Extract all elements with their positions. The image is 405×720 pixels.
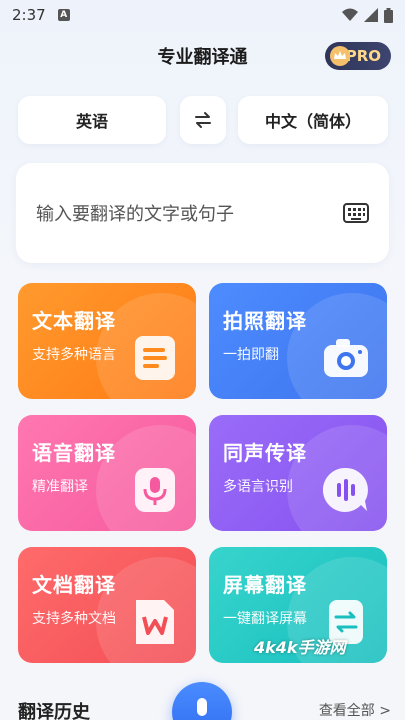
signal-icon — [364, 8, 378, 22]
microphone-icon — [197, 698, 207, 716]
translate-input[interactable]: 输入要翻译的文字或句子 — [16, 163, 389, 263]
speech-bubble-icon — [322, 467, 368, 512]
card-title: 语音翻译 — [32, 441, 116, 465]
swap-icon — [195, 112, 211, 128]
card-title: 文本翻译 — [32, 309, 116, 333]
language-selector: 英语 中文（简体） — [18, 96, 388, 144]
photo-translate-card[interactable]: 拍照翻译 一拍即翻 — [209, 283, 387, 399]
voice-input-button[interactable] — [172, 682, 232, 720]
input-placeholder: 输入要翻译的文字或句子 — [36, 204, 234, 225]
source-language-button[interactable]: 英语 — [18, 96, 166, 144]
text-translate-card[interactable]: 文本翻译 支持多种语言 — [18, 283, 196, 399]
microphone-icon — [135, 468, 175, 512]
camera-icon — [324, 339, 368, 377]
document-text-icon — [135, 336, 175, 380]
card-title: 同声传译 — [223, 441, 307, 465]
notification-icon: A — [57, 9, 70, 21]
status-time: 2:37 — [12, 6, 46, 24]
card-title: 拍照翻译 — [223, 309, 307, 333]
word-document-icon — [136, 600, 174, 644]
battery-icon — [384, 7, 393, 23]
card-title: 文档翻译 — [32, 573, 116, 597]
document-translate-card[interactable]: 文档翻译 支持多种文档 — [18, 547, 196, 663]
pro-badge-button[interactable]: PRO — [325, 42, 391, 70]
swap-languages-button[interactable] — [180, 96, 226, 144]
wifi-icon — [342, 8, 358, 21]
source-language-label: 英语 — [75, 112, 108, 131]
target-language-button[interactable]: 中文（简体） — [238, 96, 388, 144]
target-language-label: 中文（简体） — [264, 112, 361, 131]
app-header: 专业翻译通 PRO — [0, 40, 405, 72]
simultaneous-interpret-card[interactable]: 同声传译 多语言识别 — [209, 415, 387, 531]
crown-icon — [330, 46, 350, 66]
watermark: 4k4k手游网 — [254, 638, 346, 657]
status-bar: 2:37 A — [0, 0, 405, 30]
history-title: 翻译历史 — [18, 702, 90, 720]
voice-translate-card[interactable]: 语音翻译 精准翻译 — [18, 415, 196, 531]
card-title: 屏幕翻译 — [223, 573, 307, 597]
keyboard-icon[interactable] — [343, 202, 369, 224]
status-icons — [342, 7, 393, 23]
page-title: 专业翻译通 — [157, 47, 248, 68]
view-all-link[interactable]: 查看全部 > — [319, 700, 391, 720]
